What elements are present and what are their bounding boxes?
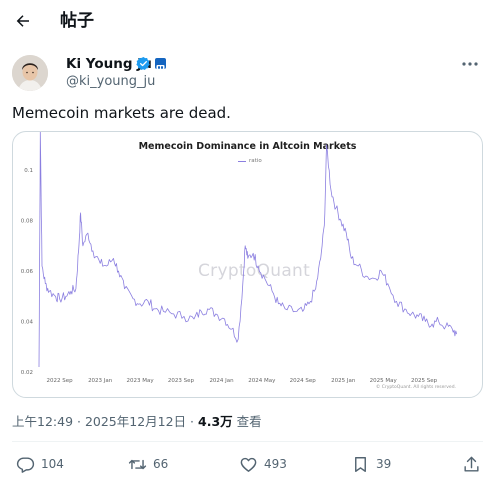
x-tick-label: 2025 Sep [411, 378, 438, 384]
page-title: 帖子 [60, 11, 94, 31]
tweet-text: Memecoin markets are dead. [12, 104, 231, 122]
chart-plot: 0.02 0.04 0.06 0.08 0.1 2022 Sep 2023 Jan 2023 … [21, 132, 458, 384]
x-tick-label: 2024 May [248, 378, 276, 384]
arrow-left-icon [16, 15, 29, 27]
avatar[interactable] [12, 55, 48, 91]
x-tick-label: 2023 Sep [168, 378, 195, 384]
affiliate-badge-icon[interactable] [155, 58, 166, 69]
x-tick-label: 2022 Sep [47, 378, 74, 384]
bookmark-icon [355, 456, 366, 472]
author-row: Ki Young Ju @ki_young_ju [12, 55, 482, 95]
author-handle[interactable]: @ki_young_ju [66, 73, 155, 90]
top-bar: 帖子 [0, 0, 495, 44]
series-line-ratio [38, 132, 458, 368]
x-tick-label: 2023 Jan [88, 378, 113, 384]
divider [12, 441, 483, 442]
verified-badge-icon [136, 56, 150, 70]
y-tick-label: 0.06 [21, 269, 34, 275]
tweet-timestamp[interactable]: 上午12:49 · 2025年12月12日 · [12, 414, 198, 429]
retweet-icon [128, 459, 147, 469]
share-button[interactable] [462, 452, 481, 476]
x-tick-label: 2025 Jan [331, 378, 356, 384]
reply-icon [16, 456, 35, 473]
tweet-meta: 上午12:49 · 2025年12月12日 · 4.3万 查看 [12, 414, 262, 430]
x-tick-label: 2024 Jan [209, 378, 234, 384]
like-count: 493 [264, 457, 287, 471]
action-bar: 104 66 493 39 [0, 452, 495, 476]
x-tick-label: 2025 May [370, 378, 398, 384]
y-tick-label: 0.02 [21, 370, 33, 376]
y-tick-label: 0.08 [21, 219, 34, 225]
y-tick-label: 0.1 [24, 168, 33, 174]
x-tick-label: 2023 May [127, 378, 155, 384]
bookmark-count: 39 [376, 457, 392, 471]
back-button[interactable] [10, 8, 36, 34]
share-icon [464, 456, 479, 472]
reply-button[interactable]: 104 [16, 452, 64, 476]
chart-copyright: © CryptoQuant. All rights reserved. [375, 385, 456, 390]
view-count: 4.3万 [198, 414, 233, 429]
reply-count: 104 [41, 457, 64, 471]
more-icon [462, 62, 478, 66]
retweet-count: 66 [153, 457, 169, 471]
y-tick-label: 0.04 [21, 320, 34, 326]
avatar-image [12, 55, 48, 91]
bookmark-button[interactable]: 39 [351, 452, 391, 476]
more-button[interactable] [458, 55, 482, 73]
x-tick-label: 2024 Sep [290, 378, 317, 384]
like-button[interactable]: 493 [239, 452, 287, 476]
tweet-media-chart[interactable]: Memecoin Dominance in Altcoin Markets ra… [12, 131, 483, 398]
views-label: 查看 [232, 414, 262, 429]
retweet-button[interactable]: 66 [128, 452, 168, 476]
like-icon [240, 457, 257, 472]
